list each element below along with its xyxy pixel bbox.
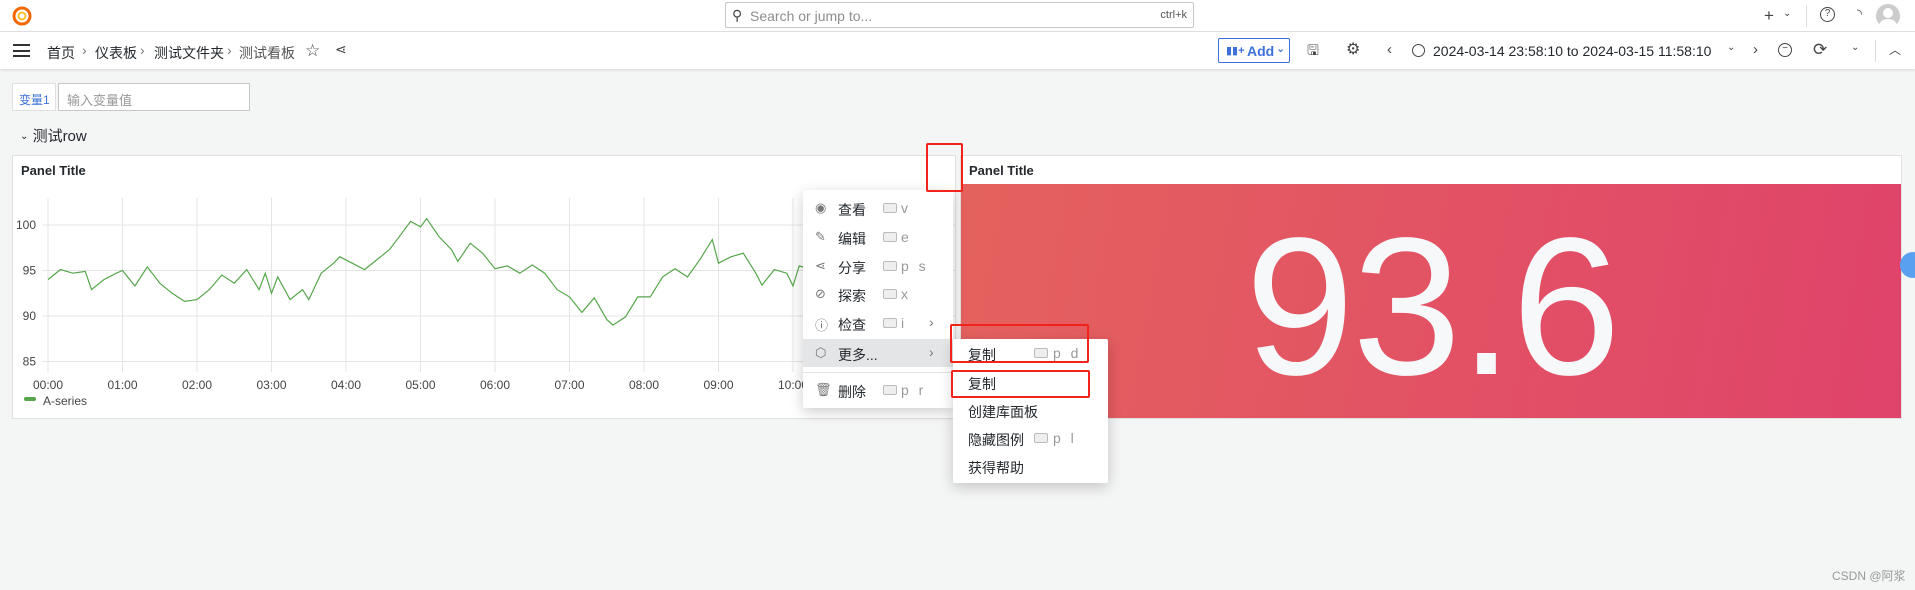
chevron-down-icon[interactable]: ⌄ [1783, 9, 1791, 19]
panel-title[interactable]: Panel Title [969, 163, 1034, 178]
time-forward-icon[interactable]: › [1753, 42, 1758, 57]
menu-item-view[interactable]: ◉ 查看 v [803, 194, 953, 222]
share-icon: ⋖ [815, 258, 826, 273]
submenu-item-hide-legend[interactable]: 隐藏图例 p l [953, 424, 1108, 452]
breadcrumb-separator: › [227, 42, 232, 58]
trash-icon: 🗑 [815, 382, 832, 397]
panel-context-menu: ◉ 查看 v ✎ 编辑 e ⋖ 分享 p s ⊘ 探索 x ⓘ 检查 i › ⬡ 更多... › 🗑 删除 p… [803, 190, 953, 408]
legend-item-a-series[interactable]: A-series [43, 394, 87, 408]
star-icon[interactable]: ☆ [305, 42, 320, 59]
menu-item-more[interactable]: ⬡ 更多... › [803, 339, 953, 367]
divider [1875, 40, 1876, 62]
avatar[interactable] [1876, 4, 1900, 28]
row-title: 测试row [32, 128, 87, 145]
chevron-down-icon[interactable]: ⌄ [1851, 43, 1859, 53]
gear-icon[interactable]: ⚙ [1346, 42, 1360, 58]
breadcrumb-folder[interactable]: 测试文件夹 [154, 43, 224, 63]
refresh-icon[interactable]: ⟳ [1813, 41, 1827, 58]
annotation-box [926, 143, 963, 192]
chevron-down-icon[interactable]: ⌄ [1727, 43, 1735, 53]
y-tick-label: 85 [23, 355, 37, 369]
cube-icon: ⬡ [815, 345, 827, 360]
row-header[interactable]: ⌄ 测试row [20, 125, 87, 146]
chevron-down-icon: ⌄ [1276, 43, 1286, 55]
keyboard-icon [883, 232, 897, 242]
x-tick-label: 06:00 [480, 378, 510, 392]
eye-icon: ◉ [815, 200, 827, 215]
variable-input[interactable]: 输入变量值 [58, 83, 250, 111]
submenu-item-create-library-panel[interactable]: 创建库面板 [953, 396, 1108, 424]
keyboard-icon [883, 289, 897, 299]
search-input[interactable]: ⚲ Search or jump to... ctrl+k [725, 2, 1194, 28]
add-button[interactable]: ▮▮+ Add ⌄ [1218, 38, 1290, 63]
menu-item-explore[interactable]: ⊘ 探索 x [803, 280, 953, 308]
search-shortcut: ctrl+k [1160, 9, 1187, 21]
x-tick-label: 03:00 [256, 378, 286, 392]
keyboard-icon [883, 385, 897, 395]
x-tick-label: 00:00 [33, 378, 63, 392]
chevron-right-icon: › [929, 344, 934, 360]
breadcrumb-separator: › [140, 42, 145, 58]
x-tick-label: 05:00 [405, 378, 435, 392]
menu-item-edit[interactable]: ✎ 编辑 e [803, 223, 953, 251]
time-range-picker[interactable]: 2024-03-14 23:58:10 to 2024-03-15 11:58:… [1433, 43, 1711, 59]
watermark: CSDN @阿浆 [1832, 569, 1906, 583]
legend-swatch [24, 397, 36, 401]
menu-item-inspect[interactable]: ⓘ 检查 i › [803, 309, 953, 337]
x-tick-label: 09:00 [703, 378, 733, 392]
keyboard-icon [883, 203, 897, 213]
chevron-down-icon: ⌄ [20, 131, 29, 142]
menu-item-share[interactable]: ⋖ 分享 p s [803, 252, 953, 280]
menu-item-delete[interactable]: 🗑 删除 p r [803, 376, 953, 404]
x-tick-label: 02:00 [182, 378, 212, 392]
breadcrumb-home[interactable]: 首页 [47, 43, 75, 63]
add-panel-icon: ▮▮+ [1226, 45, 1245, 57]
breadcrumb-current: 测试看板 [239, 45, 295, 61]
breadcrumb-dashboards[interactable]: 仪表板 [95, 43, 137, 63]
edit-icon: ✎ [815, 229, 826, 244]
divider [1806, 5, 1807, 27]
keyboard-icon [1034, 433, 1048, 443]
chevron-right-icon: › [929, 314, 934, 330]
floating-assistant-icon[interactable] [1900, 252, 1915, 278]
keyboard-icon [883, 318, 897, 328]
keyboard-icon [883, 261, 897, 271]
series-line-a-series [47, 217, 806, 326]
chevron-up-icon[interactable]: ︿ [1889, 44, 1901, 56]
time-back-icon[interactable]: ‹ [1387, 42, 1392, 57]
plus-icon[interactable]: + [1764, 7, 1774, 24]
menu-divider [803, 372, 953, 373]
x-tick-label: 07:00 [554, 378, 584, 392]
help-icon[interactable]: ? [1820, 7, 1835, 22]
submenu-item-get-help[interactable]: 获得帮助 [953, 452, 1108, 480]
y-tick-label: 95 [23, 264, 37, 278]
info-icon: ⓘ [815, 318, 829, 333]
y-tick-label: 90 [23, 309, 37, 323]
share-icon[interactable]: ⋖ [335, 42, 347, 56]
x-tick-label: 04:00 [331, 378, 361, 392]
save-icon[interactable]: 🖫 [1307, 43, 1319, 57]
x-tick-label: 01:00 [107, 378, 137, 392]
menu-icon[interactable] [13, 44, 30, 57]
variable-label: 变量1 [12, 83, 56, 111]
rss-icon[interactable]: ◝ [1857, 7, 1862, 20]
compass-icon: ⊘ [815, 286, 826, 301]
y-tick-label: 100 [16, 218, 36, 232]
annotation-box [950, 324, 1089, 363]
annotation-box [951, 370, 1090, 398]
grafana-logo-icon[interactable] [12, 5, 32, 27]
zoom-out-icon[interactable]: − [1778, 43, 1792, 57]
clock-icon [1412, 44, 1425, 57]
x-tick-label: 08:00 [629, 378, 659, 392]
breadcrumb-separator: › [82, 42, 87, 58]
search-icon: ⚲ [732, 7, 743, 23]
